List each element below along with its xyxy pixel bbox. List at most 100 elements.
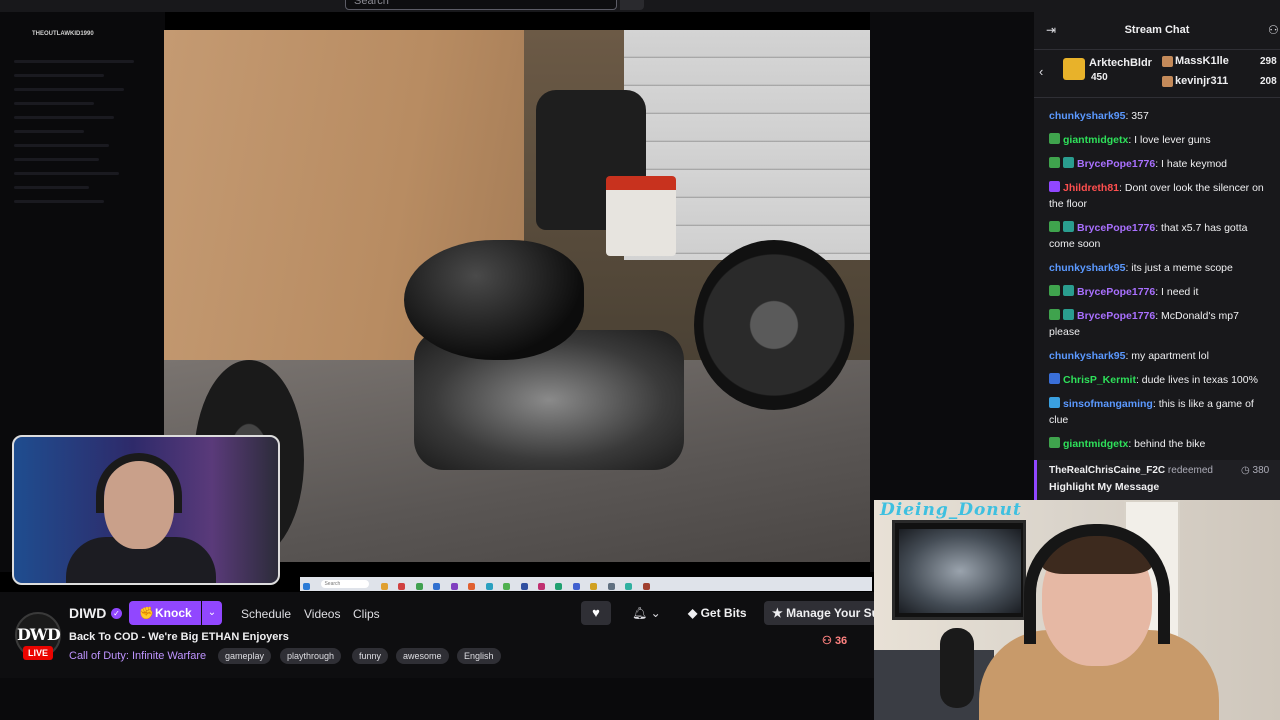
chat-badge-icon[interactable] bbox=[1049, 181, 1060, 192]
chevron-left-icon[interactable]: ‹ bbox=[1039, 64, 1043, 79]
chat-username[interactable]: BrycePope1776 bbox=[1077, 286, 1155, 298]
app-icon bbox=[398, 583, 406, 590]
chat-message: BrycePope1776: I hate keymod bbox=[1034, 156, 1280, 172]
viewer-count: ⚇ 36 bbox=[822, 634, 847, 647]
chat-badge-icon[interactable] bbox=[1049, 133, 1060, 144]
chat-username[interactable]: BrycePope1776 bbox=[1077, 158, 1155, 170]
channel-info-bar: DWD LIVE DIWD ✓ ✊ Knock ⌄ Schedule Video… bbox=[0, 598, 876, 678]
chat-username[interactable]: giantmidgetx bbox=[1063, 134, 1128, 146]
chat-message-list: chunkyshark95: 357 giantmidgetx: I love l… bbox=[1034, 108, 1280, 460]
chat-message: giantmidgetx: I love lever guns bbox=[1034, 132, 1280, 148]
follow-button[interactable]: ♥ bbox=[581, 601, 611, 625]
get-bits-button[interactable]: ◆ Get Bits bbox=[680, 601, 760, 625]
app-icon bbox=[520, 583, 528, 590]
chat-badge-icon[interactable] bbox=[1063, 157, 1074, 168]
streamer-webcam bbox=[12, 435, 280, 585]
chat-message: BrycePope1776: I need it bbox=[1034, 284, 1280, 300]
nav-videos[interactable]: Videos bbox=[304, 607, 340, 621]
chat-badge-icon[interactable] bbox=[1049, 397, 1060, 408]
chat-badge-icon[interactable] bbox=[1063, 285, 1074, 296]
chat-badge-icon[interactable] bbox=[1063, 309, 1074, 320]
knock-label: Knock bbox=[155, 606, 192, 620]
bell-icon: 🔔︎ bbox=[632, 606, 648, 620]
chat-username[interactable]: ChrisP_Kermit bbox=[1063, 374, 1136, 386]
chat-badge-icon[interactable] bbox=[1049, 221, 1060, 232]
bottom-strip bbox=[0, 678, 875, 720]
redemption-user[interactable]: TheRealChrisCaine_F2C bbox=[1049, 465, 1165, 476]
app-icon bbox=[503, 583, 511, 590]
get-bits-label: Get Bits bbox=[700, 606, 747, 620]
chat-badge-icon[interactable] bbox=[1049, 157, 1060, 168]
manage-sub-button[interactable]: ★ Manage Your Su bbox=[764, 601, 876, 625]
chat-message-text: : 357 bbox=[1125, 110, 1149, 122]
verified-icon: ✓ bbox=[111, 608, 122, 619]
chat-message: chunkyshark95: my apartment lol bbox=[1034, 348, 1280, 364]
app-icon bbox=[625, 583, 633, 590]
headset bbox=[96, 453, 182, 513]
chat-message: BrycePope1776: that x5.7 has gotta come … bbox=[1034, 220, 1280, 252]
users-icon[interactable]: ⚇ bbox=[1268, 23, 1279, 37]
viewer-count-value: 36 bbox=[834, 635, 848, 647]
desktop-panel-right bbox=[870, 12, 1034, 572]
app-icon bbox=[468, 583, 476, 590]
monitor bbox=[892, 520, 1026, 620]
gift-leaderboard: ‹ ArktechBldr 450 MassK1lle 298 kevinjr3… bbox=[1034, 50, 1280, 98]
chat-badge-icon[interactable] bbox=[1049, 437, 1060, 448]
chat-badge-icon[interactable] bbox=[1049, 285, 1060, 296]
guest-webcam bbox=[874, 500, 1280, 720]
redemption-cost: ◷ 380 bbox=[1241, 465, 1269, 476]
leader-second-count: 298 bbox=[1260, 56, 1277, 67]
stream-title: Back To COD - We're Big ETHAN Enjoyers bbox=[69, 631, 289, 643]
chat-username[interactable]: giantmidgetx bbox=[1063, 438, 1128, 450]
tag[interactable]: awesome bbox=[396, 648, 449, 664]
app-icon bbox=[537, 583, 545, 590]
search-input[interactable]: Search bbox=[345, 0, 617, 10]
chat-badge-icon[interactable] bbox=[1049, 373, 1060, 384]
tag[interactable]: gameplay bbox=[218, 648, 272, 664]
knock-icon: ✊ bbox=[139, 606, 154, 620]
chat-username[interactable]: chunkyshark95 bbox=[1049, 110, 1125, 122]
app-icon bbox=[485, 583, 493, 590]
app-icon bbox=[572, 583, 580, 590]
chat-username[interactable]: BrycePope1776 bbox=[1077, 310, 1155, 322]
chat-badge-icon[interactable] bbox=[1063, 221, 1074, 232]
chat-badge-icon[interactable] bbox=[1049, 309, 1060, 320]
chat-message-text: : I love lever guns bbox=[1128, 134, 1211, 146]
gift-icon bbox=[1162, 56, 1173, 67]
chat-message-text: : dude lives in texas 100% bbox=[1135, 374, 1258, 386]
chat-username[interactable]: Jhildreth81 bbox=[1063, 182, 1119, 194]
tag[interactable]: English bbox=[457, 648, 501, 664]
nav-schedule[interactable]: Schedule bbox=[241, 607, 291, 621]
tag[interactable]: funny bbox=[352, 648, 389, 664]
chevron-down-icon[interactable]: ⌄ bbox=[202, 601, 222, 625]
live-badge: LIVE bbox=[23, 646, 53, 660]
app-icon bbox=[415, 583, 423, 590]
app-icon bbox=[450, 583, 458, 590]
tag[interactable]: playthrough bbox=[280, 648, 342, 664]
manage-sub-label: Manage Your Su bbox=[786, 606, 876, 620]
game-link[interactable]: Call of Duty: Infinite Warfare bbox=[69, 650, 206, 662]
chat-username[interactable]: BrycePope1776 bbox=[1077, 222, 1155, 234]
rear-tire bbox=[694, 240, 854, 410]
knock-button[interactable]: ✊ Knock bbox=[129, 601, 201, 625]
chat-username[interactable]: chunkyshark95 bbox=[1049, 350, 1125, 362]
app-icon bbox=[380, 583, 388, 590]
leader-top-name: ArktechBldr bbox=[1089, 57, 1152, 69]
chat-username[interactable]: sinsofmangaming bbox=[1063, 398, 1153, 410]
search-button[interactable] bbox=[620, 0, 644, 10]
channel-name[interactable]: DIWD bbox=[69, 605, 106, 621]
guest-name-overlay: Dieing_Donut bbox=[880, 500, 1022, 520]
gift-icon bbox=[1162, 76, 1173, 87]
chat-message: chunkyshark95: 357 bbox=[1034, 108, 1280, 124]
redemption-message: TheRealChrisCaine_F2C redeemed ◷ 380 Hig… bbox=[1034, 460, 1280, 502]
chat-message-text: : I hate keymod bbox=[1155, 158, 1228, 170]
desktop-window-title: THEOUTLAWKID1990 bbox=[32, 31, 94, 37]
chat-username[interactable]: chunkyshark95 bbox=[1049, 262, 1125, 274]
redemption-reward: Highlight My Message bbox=[1049, 481, 1160, 493]
nav-clips[interactable]: Clips bbox=[353, 607, 380, 621]
stream-chat: ⇥ Stream Chat ⚇ ‹ ArktechBldr 450 MassK1… bbox=[1034, 12, 1280, 502]
notification-button[interactable]: 🔔︎ ⌄ bbox=[624, 601, 668, 625]
leader-top-count: 450 bbox=[1091, 72, 1108, 83]
redemption-cost-value: 380 bbox=[1252, 465, 1270, 476]
bits-icon: ◆ bbox=[688, 606, 698, 620]
